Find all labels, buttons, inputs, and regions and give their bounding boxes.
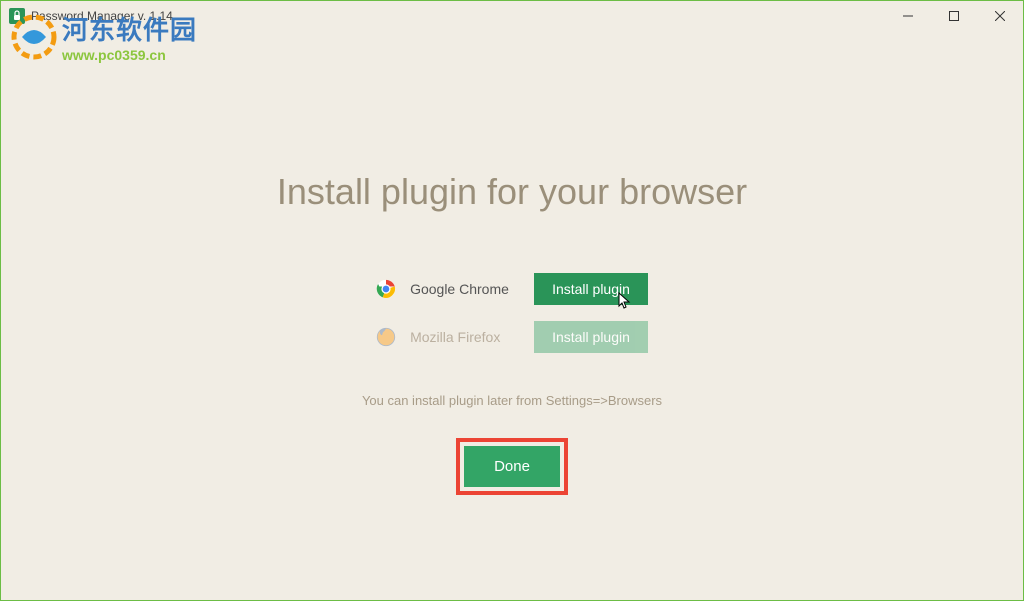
window-title: Password Manager v. 1.14: [31, 9, 173, 23]
app-window: Password Manager v. 1.14 Install plugin …: [0, 0, 1024, 601]
done-highlight: Done: [456, 438, 568, 495]
firefox-icon: [376, 327, 396, 347]
maximize-button[interactable]: [931, 1, 977, 31]
install-plugin-chrome-button[interactable]: Install plugin: [534, 273, 648, 305]
hint-text: You can install plugin later from Settin…: [362, 393, 662, 408]
titlebar: Password Manager v. 1.14: [1, 1, 1023, 31]
browser-name-label: Mozilla Firefox: [410, 329, 520, 345]
app-icon: [9, 8, 25, 24]
window-controls: [885, 1, 1023, 31]
install-plugin-firefox-button[interactable]: Install plugin: [534, 321, 648, 353]
titlebar-left: Password Manager v. 1.14: [9, 8, 173, 24]
minimize-button[interactable]: [885, 1, 931, 31]
browser-row-chrome: Google Chrome Install plugin: [376, 273, 648, 305]
browser-name-label: Google Chrome: [410, 281, 520, 297]
page-title: Install plugin for your browser: [277, 171, 747, 213]
chrome-icon: [376, 279, 396, 299]
done-button[interactable]: Done: [464, 446, 560, 487]
close-button[interactable]: [977, 1, 1023, 31]
browser-row-firefox: Mozilla Firefox Install plugin: [376, 321, 648, 353]
content-area: Install plugin for your browser Google C…: [1, 31, 1023, 495]
browser-list: Google Chrome Install plugin Mozilla Fir…: [376, 273, 648, 353]
